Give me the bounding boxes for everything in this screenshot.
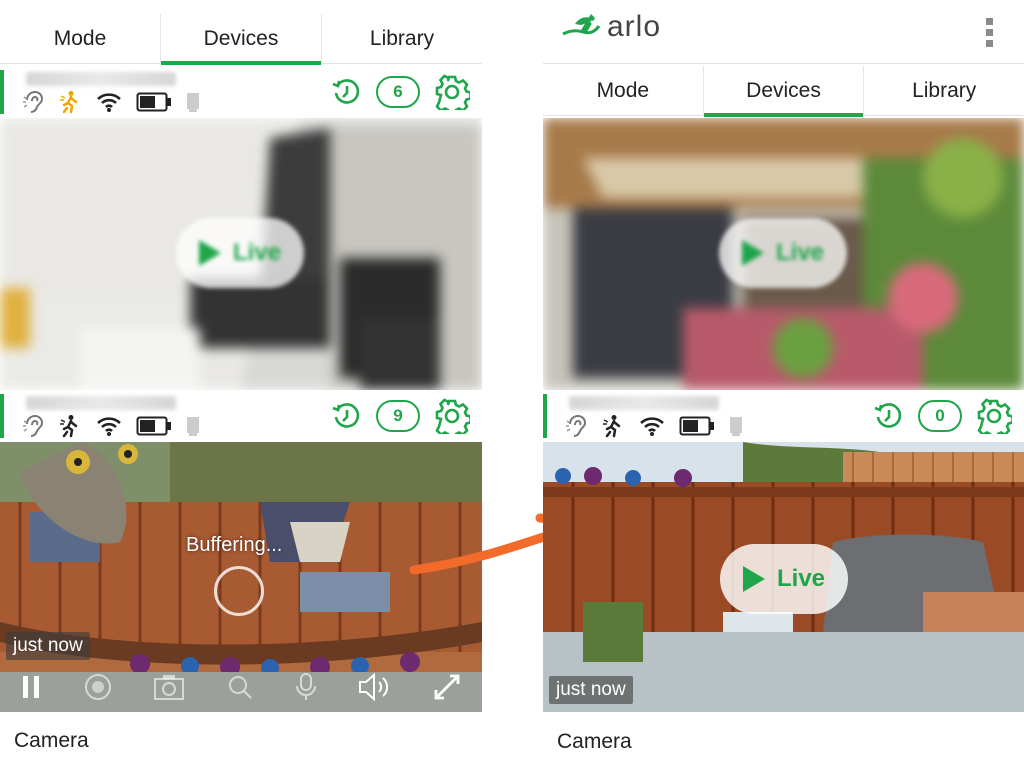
- motion-detection-icon: [60, 415, 78, 438]
- clip-history-icon[interactable]: [330, 400, 362, 432]
- battery-icon: [679, 416, 714, 436]
- camera-actions: 9: [330, 398, 470, 434]
- snapshot-icon[interactable]: [153, 673, 185, 701]
- timestamp-badge: just now: [549, 676, 633, 704]
- storage-icon: [187, 417, 199, 436]
- clip-history-icon[interactable]: [330, 76, 362, 108]
- speaker-icon[interactable]: [357, 672, 391, 702]
- buffering-text: Buffering...: [186, 534, 283, 556]
- camera-1-feed[interactable]: Live: [0, 118, 482, 390]
- wifi-icon: [97, 417, 121, 436]
- tab-mode[interactable]: Mode: [0, 14, 160, 63]
- camera-1-status-bar: 6: [0, 68, 482, 116]
- storage-icon: [730, 417, 742, 436]
- fullscreen-icon[interactable]: [432, 672, 462, 702]
- camera-status-icons: [22, 90, 200, 114]
- audio-detection-icon: [23, 90, 44, 113]
- live-label: Live: [232, 239, 282, 266]
- microphone-icon[interactable]: [295, 672, 317, 702]
- record-icon[interactable]: [83, 672, 113, 702]
- play-icon: [742, 566, 765, 592]
- audio-detection-icon: [566, 414, 587, 437]
- overflow-menu-icon[interactable]: [986, 18, 996, 51]
- camera-caption: Camera: [557, 730, 632, 753]
- left-screenshot: Mode Devices Library 6 Live 9 Buffering.…: [0, 0, 482, 760]
- live-label: Live: [776, 565, 826, 592]
- storage-icon: [187, 93, 199, 112]
- brand-name: arlo: [607, 10, 662, 43]
- settings-gear-icon[interactable]: [434, 74, 470, 110]
- motion-detection-icon: [60, 91, 78, 114]
- live-button[interactable]: Live: [720, 544, 848, 614]
- app-header: arlo: [543, 0, 1024, 64]
- pause-icon[interactable]: [20, 674, 42, 700]
- play-icon: [198, 240, 221, 266]
- zoom-icon[interactable]: [226, 673, 254, 701]
- camera-name-blurred: [569, 396, 719, 410]
- camera-1-feed[interactable]: Live: [543, 118, 1024, 390]
- tab-library[interactable]: Library: [321, 14, 482, 63]
- camera-status-icons: [565, 414, 743, 438]
- battery-icon: [136, 416, 171, 436]
- camera-2-status-bar: 9: [0, 392, 482, 440]
- arlo-bird-icon: [562, 14, 601, 36]
- selected-indicator: [0, 394, 4, 438]
- motion-detection-icon: [603, 415, 621, 438]
- camera-status-icons: [22, 414, 200, 438]
- audio-detection-icon: [23, 414, 44, 437]
- playback-controls: [0, 662, 482, 712]
- settings-gear-icon[interactable]: [976, 398, 1012, 434]
- tab-library[interactable]: Library: [863, 66, 1024, 115]
- timestamp-badge: just now: [6, 632, 90, 660]
- camera-2-feed[interactable]: Live just now: [543, 442, 1024, 712]
- camera-actions: 6: [330, 74, 470, 110]
- clip-count-badge[interactable]: 6: [376, 76, 420, 108]
- camera-2-status-bar: 0: [543, 392, 1024, 440]
- clip-count-badge[interactable]: 9: [376, 400, 420, 432]
- tab-bar: Mode Devices Library: [543, 66, 1024, 117]
- wifi-icon: [97, 93, 121, 112]
- right-screenshot: arlo Mode Devices Library Live 0 Live ju…: [543, 0, 1024, 760]
- live-button[interactable]: Live: [176, 218, 304, 288]
- tab-mode[interactable]: Mode: [543, 66, 703, 115]
- selected-indicator: [0, 70, 4, 114]
- camera-actions: 0: [872, 398, 1012, 434]
- settings-gear-icon[interactable]: [434, 398, 470, 434]
- loading-spinner: [214, 566, 264, 616]
- live-button[interactable]: Live: [719, 218, 847, 288]
- arlo-logo: arlo: [561, 10, 661, 44]
- battery-icon: [136, 92, 171, 112]
- tab-devices[interactable]: Devices: [702, 66, 864, 117]
- wifi-icon: [640, 417, 664, 436]
- camera-name-blurred: [26, 396, 176, 410]
- camera-caption: Camera: [14, 729, 89, 752]
- play-icon: [741, 240, 764, 266]
- clip-history-icon[interactable]: [872, 400, 904, 432]
- clip-count-badge[interactable]: 0: [918, 400, 962, 432]
- live-label: Live: [775, 239, 825, 266]
- camera-name-blurred: [26, 72, 176, 86]
- tab-bar: Mode Devices Library: [0, 14, 482, 65]
- tab-devices[interactable]: Devices: [160, 14, 321, 65]
- selected-indicator: [543, 394, 547, 438]
